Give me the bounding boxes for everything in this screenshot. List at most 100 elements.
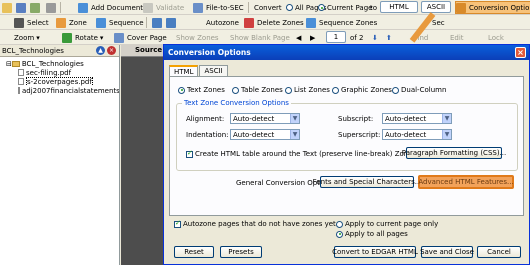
sec-button[interactable]: Sec [432,16,445,29]
file-tree-header: BCL_Technologies ▲ × [0,45,119,57]
add-documents-icon [78,2,88,13]
cancel-button[interactable]: Cancel [477,246,521,258]
add-documents-label: Add Documents [91,3,147,12]
convert-label: Convert [254,3,282,12]
panel-title: BCL_Technologies [2,46,64,55]
show-zones-button[interactable]: Show Zones [176,31,219,44]
apply-current-page-radio[interactable]: Apply to current page only [336,220,438,228]
select-tool[interactable]: Select [14,16,49,29]
move-down-icon[interactable]: ⬇ [372,31,378,44]
apply-all-pages-radio[interactable]: Apply to all pages [336,230,408,238]
dialog-tabs: HTML ASCII [169,65,229,77]
folder-icon [11,60,20,67]
file-to-sec-button[interactable]: File-to-SEC [193,1,244,14]
print-icon[interactable] [46,1,59,14]
redo-icon[interactable] [166,16,179,29]
conversion-options-label: Conversion Options [469,3,530,12]
zone-tool[interactable]: Zone [56,16,87,29]
convert-edgar-button[interactable]: Convert to EDGAR HTML [332,246,418,258]
pdf-file-icon [18,78,24,85]
move-up-icon[interactable]: ⬆ [386,31,392,44]
tab-ascii[interactable]: ASCII [199,65,228,76]
sequence-zones-icon [306,17,316,28]
tree-folder[interactable]: ⊟ BCL_Technologies [6,59,119,68]
rotate-icon [62,32,72,43]
prev-page-icon[interactable]: ◀ [296,31,301,44]
superscript-select[interactable]: Auto-detect ▼ [382,129,452,140]
up-arrow-icon[interactable]: ▲ [96,46,105,55]
subscript-label: Subscript: [338,115,374,123]
undo-icon[interactable] [152,16,165,29]
settings-icon [456,2,466,13]
group-label: Text Zone Conversion Options [182,99,291,107]
chevron-down-icon: ▾ [99,33,104,42]
indentation-select[interactable]: Auto-detect ▼ [230,129,300,140]
alignment-label: Alignment: [186,115,225,123]
advanced-html-features-button[interactable]: Advanced HTML Features... [418,175,514,189]
zone-toolbar: Select Zone Sequence Autozone Delete Zon… [0,15,530,30]
file-tree: ⊟ BCL_Technologies sec-filing.pdf s-2cove… [0,57,119,95]
chevron-down-icon: ▼ [290,130,299,139]
sequence-zones-button[interactable]: Sequence Zones [306,16,377,29]
validate-icon [143,2,153,13]
rotate-button[interactable]: Rotate ▾ [62,31,103,44]
file-to-sec-icon [193,2,203,13]
text-zones-radio[interactable]: Text Zones [178,86,225,94]
autozone-button[interactable]: Autozone [206,16,239,29]
tree-file[interactable]: adj2007financialstatements.p [6,86,119,95]
close-icon[interactable]: × [515,47,526,58]
sequence-tool[interactable]: Sequence [96,16,144,29]
dialog-title: Conversion Options [168,48,251,57]
cover-page-button[interactable]: Cover Page [114,31,167,44]
file-to-sec-label: File-to-SEC [206,3,244,12]
current-page-radio[interactable]: Current Page [318,1,372,14]
list-zones-radio[interactable]: List Zones [285,86,330,94]
alignment-select[interactable]: Auto-detect ▼ [230,113,300,124]
dialog-title-bar: Conversion Options × [164,45,529,60]
conversion-options-button[interactable]: Conversion Options [455,1,530,14]
add-documents-button[interactable]: Add Documents [78,1,147,14]
conversion-options-dialog: Conversion Options × HTML ASCII Text Zon… [163,44,530,265]
next-page-icon[interactable]: ▶ [310,31,315,44]
zoom-button[interactable]: Zoom ▾ [14,31,40,44]
cover-page-icon [114,32,124,43]
validate-button[interactable]: Validate [143,1,184,14]
close-icon[interactable]: × [107,46,116,55]
presets-button[interactable]: Presets [220,246,262,258]
lock-button[interactable]: Lock [488,31,504,44]
html-button[interactable]: HTML [380,1,418,13]
superscript-label: Superscript: [338,131,381,139]
save-close-button[interactable]: Save and Close [420,246,474,258]
dual-column-radio[interactable]: Dual-Column [392,86,446,94]
delete-zones-button[interactable]: Delete Zones [244,16,304,29]
show-blank-page-button[interactable]: Show Blank Page [230,31,290,44]
graphic-zones-radio[interactable]: Graphic Zones [332,86,392,94]
chevron-down-icon: ▼ [442,114,451,123]
table-zones-radio[interactable]: Table Zones [232,86,283,94]
paragraph-formatting-button[interactable]: Paragraph Formatting (CSS)... [402,147,506,159]
save-icon[interactable] [16,1,29,14]
page-count-label: of 2 [350,33,364,42]
tree-file[interactable]: sec-filing.pdf [6,68,119,77]
open-folder-icon[interactable] [2,1,15,14]
html-tab-panel: Text Zones Table Zones List Zones Graphi… [169,76,524,216]
import-icon[interactable] [30,1,43,14]
fonts-special-characters-button[interactable]: Fonts and Special Characters... [313,176,421,188]
validate-label: Validate [156,3,185,12]
tree-file-selected[interactable]: s-2coverpages.pdf [6,77,119,86]
chevron-down-icon: ▼ [442,130,451,139]
chevron-down-icon: ▼ [290,114,299,123]
autozone-checkbox[interactable]: Autozone pages that do not have zones ye… [174,219,338,228]
ascii-button[interactable]: ASCII [421,1,451,13]
page-number-input[interactable]: 1 [326,31,346,43]
edit-button[interactable]: Edit [450,31,464,44]
view-toolbar: Zoom ▾ Rotate ▾ Cover Page Show Zones Show… [0,30,530,45]
create-table-checkbox[interactable]: Create HTML table around the Text (prese… [186,149,416,158]
chevron-down-icon: ▾ [36,33,40,42]
file-tree-panel: BCL_Technologies ▲ × ⊟ BCL_Technologies s… [0,45,120,265]
reset-button[interactable]: Reset [174,246,214,258]
sequence-icon [96,17,106,28]
pdf-file-icon [18,69,24,76]
to-label: to [370,3,378,12]
subscript-select[interactable]: Auto-detect ▼ [382,113,452,124]
